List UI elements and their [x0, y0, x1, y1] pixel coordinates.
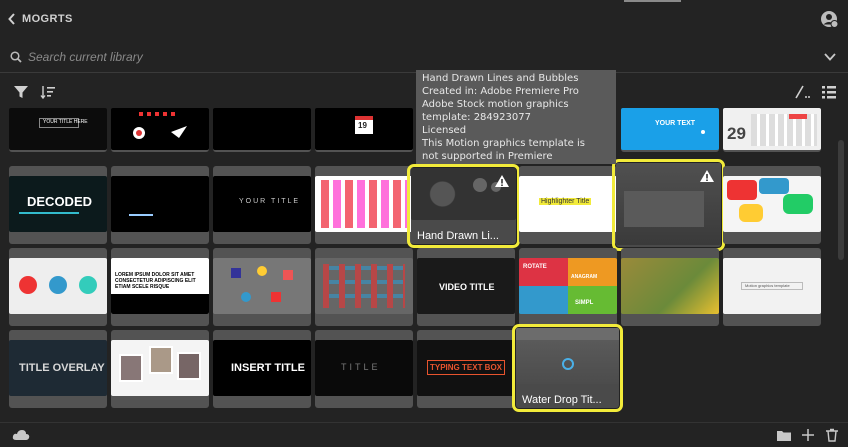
- template-grid: YOUR TITLE HERE 19 YOUR TEXT 29 DECODED …: [0, 0, 848, 420]
- tooltip-line: Adobe Stock motion graphics: [422, 99, 569, 110]
- template-tile[interactable]: [9, 248, 107, 326]
- thumbnail: TITLE: [315, 340, 413, 396]
- add-icon[interactable]: [800, 428, 816, 442]
- tooltip-line: Hand Drawn Lines and Bubbles: [422, 73, 579, 84]
- thumbnail: [723, 176, 821, 232]
- thumbnail: VIDEO TITLE: [417, 258, 515, 314]
- warning-icon: [700, 170, 714, 182]
- template-tile[interactable]: INSERT TITLE: [213, 330, 311, 408]
- thumb-text: YOUR TITLE HERE: [43, 119, 88, 125]
- tooltip-line: template: 284923077: [422, 112, 531, 123]
- new-folder-icon[interactable]: [776, 428, 792, 442]
- thumbnail: [9, 258, 107, 314]
- thumbnail: TITLE OVERLAY: [9, 340, 107, 396]
- thumbnail: LOREM IPSUM DOLOR SIT AMET CONSECTETUR A…: [111, 258, 209, 314]
- template-tile[interactable]: [621, 248, 719, 326]
- cloud-icon[interactable]: [12, 428, 30, 442]
- thumbnail: [621, 258, 719, 314]
- trash-icon[interactable]: [824, 428, 840, 442]
- template-tooltip: Hand Drawn Lines and Bubbles Created in:…: [416, 70, 616, 164]
- template-tile[interactable]: [315, 248, 413, 326]
- template-tile[interactable]: TITLE OVERLAY: [9, 330, 107, 408]
- tooltip-line: Created in: Adobe Premiere Pro: [422, 86, 579, 97]
- template-tile[interactable]: [111, 108, 209, 152]
- thumb-text: INSERT TITLE: [231, 362, 305, 374]
- template-tile[interactable]: 19: [315, 108, 413, 152]
- template-tile[interactable]: [213, 248, 311, 326]
- template-tile[interactable]: 29: [723, 108, 821, 152]
- thumbnail: [111, 176, 209, 232]
- template-tile[interactable]: [723, 166, 821, 244]
- thumb-text: LOREM IPSUM DOLOR SIT AMET CONSECTETUR A…: [115, 272, 196, 290]
- thumb-text: ROTATE: [523, 264, 547, 270]
- bottom-bar: [0, 422, 848, 447]
- template-tile[interactable]: Highlighter Title: [519, 166, 617, 244]
- template-tile[interactable]: YOUR TEXT: [621, 108, 719, 152]
- tooltip-line: not supported in Premiere: [422, 151, 553, 162]
- thumb-text: TITLE OVERLAY: [19, 362, 105, 374]
- thumbnail: [315, 176, 413, 232]
- thumbnail: INSERT TITLE: [213, 340, 311, 396]
- tooltip-line: Licensed: [422, 125, 467, 136]
- tooltip-line: This Motion graphics template is: [422, 138, 585, 149]
- template-tile[interactable]: [111, 166, 209, 244]
- thumbnail: [111, 340, 209, 396]
- template-tile[interactable]: DECODED: [9, 166, 107, 244]
- template-tile[interactable]: TITLE: [315, 330, 413, 408]
- thumbnail: [315, 258, 413, 314]
- template-tile-selected[interactable]: Water Drop Tit...: [512, 324, 623, 412]
- tile-label: Water Drop Tit...: [522, 394, 602, 406]
- tile-label: Hand Drawn Li...: [417, 230, 499, 242]
- thumbnail: TYPING TEXT BOX: [417, 340, 515, 396]
- template-tile[interactable]: YOUR TITLE HERE: [9, 108, 107, 152]
- thumbnail: 19: [315, 108, 413, 150]
- thumb-text: TYPING TEXT BOX: [427, 360, 506, 375]
- template-tile[interactable]: [213, 108, 311, 152]
- template-tile[interactable]: [315, 166, 413, 244]
- thumbnail: Highlighter Title: [519, 176, 617, 232]
- template-tile[interactable]: VIDEO TITLE: [417, 248, 515, 326]
- thumb-text: Motion graphics template: [745, 283, 790, 288]
- thumbnail: [111, 108, 209, 150]
- thumbnail: [213, 108, 311, 150]
- thumb-text: SIMPL: [575, 300, 594, 306]
- thumbnail: Motion graphics template: [723, 258, 821, 314]
- template-tile[interactable]: [111, 330, 209, 408]
- template-tile[interactable]: TYPING TEXT BOX: [417, 330, 515, 408]
- thumb-text: TITLE: [341, 362, 381, 372]
- thumb-text: VIDEO TITLE: [439, 282, 495, 292]
- template-tile-selected[interactable]: Hand Drawn Li...: [407, 164, 520, 248]
- thumbnail: ROTATE ANAGRAM SIMPL: [519, 258, 617, 314]
- thumb-text: YOUR TITLE: [239, 198, 301, 205]
- thumb-text: Highlighter Title: [539, 198, 592, 205]
- thumb-text: 19: [358, 121, 367, 130]
- thumbnail: DECODED: [9, 176, 107, 232]
- thumbnail: YOUR TITLE: [213, 176, 311, 232]
- thumb-text: 29: [727, 124, 746, 143]
- thumb-text: DECODED: [27, 194, 93, 209]
- template-tile[interactable]: ROTATE ANAGRAM SIMPL: [519, 248, 617, 326]
- template-tile-selected[interactable]: [612, 159, 725, 251]
- thumbnail: [516, 328, 619, 384]
- template-tile[interactable]: Motion graphics template: [723, 248, 821, 326]
- template-tile[interactable]: LOREM IPSUM DOLOR SIT AMET CONSECTETUR A…: [111, 248, 209, 326]
- warning-icon: [495, 175, 509, 187]
- thumbnail: 29: [723, 108, 821, 150]
- thumb-text: YOUR TEXT: [655, 120, 696, 127]
- thumbnail: YOUR TEXT: [621, 108, 719, 150]
- template-tile[interactable]: YOUR TITLE: [213, 166, 311, 244]
- thumb-text: ANAGRAM: [571, 274, 598, 280]
- thumbnail: YOUR TITLE HERE: [9, 108, 107, 150]
- thumbnail: [213, 258, 311, 314]
